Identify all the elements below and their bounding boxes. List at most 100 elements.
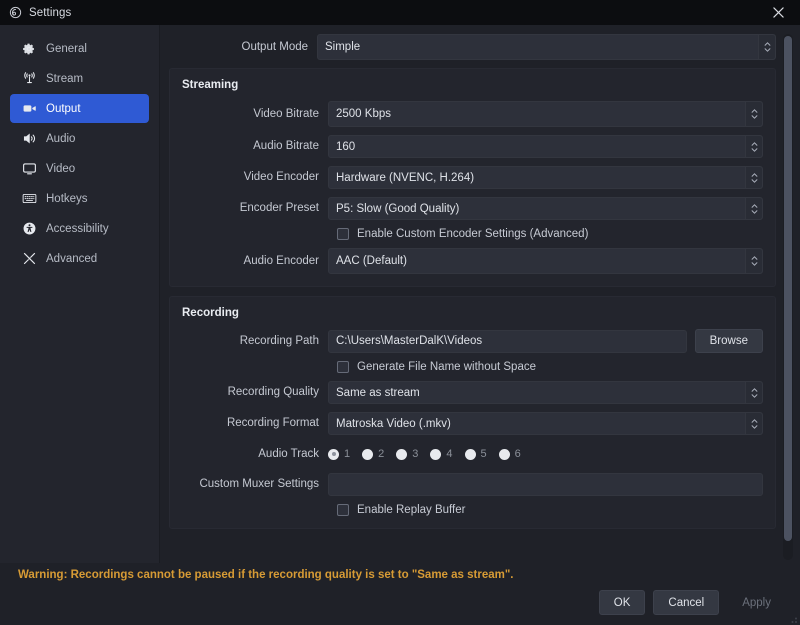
- video-encoder-select[interactable]: Hardware (NVENC, H.264): [328, 166, 763, 189]
- recording-quality-label: Recording Quality: [227, 386, 319, 399]
- tools-icon: [21, 251, 37, 267]
- close-icon[interactable]: [756, 0, 800, 25]
- video-bitrate-value: 2500 Kbps: [336, 108, 391, 120]
- streaming-group-title: Streaming: [182, 79, 239, 91]
- sidebar-item-label: Output: [46, 102, 81, 115]
- sidebar-item-label: Audio: [46, 132, 76, 145]
- recording-quality-spinner[interactable]: [745, 382, 762, 403]
- sidebar-item-hotkeys[interactable]: Hotkeys: [10, 184, 149, 213]
- browse-button[interactable]: Browse: [694, 329, 763, 353]
- generate-file-name-without-space-label: Generate File Name without Space: [357, 361, 536, 373]
- custom-encoder-settings-checkbox[interactable]: [337, 228, 349, 240]
- radio-icon[interactable]: [430, 448, 442, 460]
- audio-bitrate-spinner[interactable]: [745, 136, 762, 157]
- sidebar-item-general[interactable]: General: [10, 34, 149, 63]
- audio-track-option-3[interactable]: 3: [396, 448, 418, 460]
- radio-icon[interactable]: [498, 448, 510, 460]
- encoder-preset-select[interactable]: P5: Slow (Good Quality): [328, 197, 763, 220]
- gear-icon: [21, 41, 37, 57]
- audio-bitrate-select[interactable]: 160: [328, 135, 763, 158]
- sidebar-item-audio[interactable]: Audio: [10, 124, 149, 153]
- settings-sidebar: General Stream Output Audio Video Hotkey…: [0, 25, 160, 563]
- sidebar-item-label: Stream: [46, 72, 84, 85]
- audio-track-row: Audio Track 1 2 3 4 5 6: [182, 443, 763, 465]
- audio-encoder-row: Audio Encoder AAC (Default): [182, 248, 763, 274]
- warning-message: Warning: Recordings cannot be paused if …: [18, 569, 514, 581]
- enable-replay-buffer-row[interactable]: Enable Replay Buffer: [182, 504, 763, 516]
- sidebar-item-label: Video: [46, 162, 76, 175]
- recording-quality-select[interactable]: Same as stream: [328, 381, 763, 404]
- encoder-preset-spinner[interactable]: [745, 198, 762, 219]
- audio-track-option-6[interactable]: 6: [498, 448, 521, 460]
- output-mode-select[interactable]: Simple: [317, 34, 776, 60]
- recording-format-select[interactable]: Matroska Video (.mkv): [328, 412, 763, 435]
- apply-button[interactable]: Apply: [727, 590, 786, 615]
- audio-encoder-value: AAC (Default): [336, 255, 407, 267]
- radio-icon[interactable]: [362, 448, 374, 460]
- output-mode-spinner[interactable]: [758, 35, 775, 59]
- sidebar-item-label: General: [46, 42, 87, 55]
- encoder-preset-value: P5: Slow (Good Quality): [336, 202, 460, 215]
- output-mode-value: Simple: [325, 41, 361, 53]
- video-bitrate-spinner[interactable]: [745, 102, 762, 126]
- sidebar-item-output[interactable]: Output: [10, 94, 149, 123]
- recording-format-label: Recording Format: [226, 417, 319, 430]
- ok-button[interactable]: OK: [598, 590, 646, 615]
- resize-grip-icon[interactable]: [786, 611, 798, 623]
- video-encoder-spinner[interactable]: [745, 167, 762, 188]
- video-encoder-row: Video Encoder Hardware (NVENC, H.264): [182, 166, 763, 189]
- custom-muxer-settings-row: Custom Muxer Settings: [182, 473, 763, 496]
- sidebar-item-label: Advanced: [46, 252, 98, 265]
- settings-window: Settings General Stream Output Audio Vid…: [0, 0, 800, 625]
- audio-bitrate-label: Audio Bitrate: [253, 140, 319, 153]
- audio-encoder-spinner[interactable]: [745, 249, 762, 273]
- audio-encoder-select[interactable]: AAC (Default): [328, 248, 763, 274]
- enable-replay-buffer-checkbox[interactable]: [337, 504, 349, 516]
- title-bar: Settings: [0, 0, 800, 25]
- enable-replay-buffer-label: Enable Replay Buffer: [357, 504, 466, 516]
- sidebar-item-video[interactable]: Video: [10, 154, 149, 183]
- radio-icon[interactable]: [328, 448, 339, 460]
- content-scrollbar[interactable]: [783, 34, 793, 560]
- audio-bitrate-row: Audio Bitrate 160: [182, 135, 763, 158]
- video-bitrate-row: Video Bitrate 2500 Kbps: [182, 101, 763, 127]
- audio-track-option-4[interactable]: 4: [430, 448, 453, 460]
- recording-format-spinner[interactable]: [745, 413, 762, 434]
- radio-icon[interactable]: [396, 448, 408, 460]
- recording-format-row: Recording Format Matroska Video (.mkv): [182, 412, 763, 435]
- custom-encoder-settings-label: Enable Custom Encoder Settings (Advanced…: [357, 228, 589, 240]
- sidebar-item-advanced[interactable]: Advanced: [10, 244, 149, 273]
- radio-icon[interactable]: [464, 448, 476, 460]
- audio-track-option-1[interactable]: 1: [328, 448, 350, 460]
- output-mode-row: Output Mode Simple: [169, 34, 776, 60]
- monitor-icon: [21, 161, 37, 177]
- output-mode-label: Output Mode: [241, 40, 308, 53]
- video-encoder-label: Video Encoder: [243, 171, 319, 184]
- recording-path-row: Recording Path C:\Users\MasterDalK\Video…: [182, 329, 763, 353]
- audio-track-radio-group: 1 2 3 4 5 6: [328, 448, 533, 460]
- generate-file-name-without-space-checkbox[interactable]: [337, 361, 349, 373]
- broadcast-icon: [21, 71, 37, 87]
- sidebar-item-label: Hotkeys: [46, 192, 88, 205]
- recording-group: Recording Recording Path C:\Users\Master…: [169, 296, 776, 529]
- audio-track-option-5[interactable]: 5: [464, 448, 487, 460]
- custom-muxer-settings-input[interactable]: [328, 473, 763, 496]
- dialog-footer: Warning: Recordings cannot be paused if …: [0, 563, 800, 625]
- video-camera-icon: [21, 101, 37, 117]
- cancel-button[interactable]: Cancel: [653, 590, 720, 615]
- audio-track-option-2[interactable]: 2: [362, 448, 384, 460]
- recording-format-value: Matroska Video (.mkv): [336, 417, 451, 430]
- recording-path-input[interactable]: C:\Users\MasterDalK\Videos: [328, 329, 687, 353]
- encoder-preset-label: Encoder Preset: [239, 202, 319, 215]
- settings-content: Output Mode Simple Streaming Video Bitra…: [160, 25, 800, 563]
- window-title: Settings: [29, 6, 72, 19]
- custom-encoder-settings-row[interactable]: Enable Custom Encoder Settings (Advanced…: [182, 228, 763, 240]
- sidebar-item-stream[interactable]: Stream: [10, 64, 149, 93]
- generate-file-name-without-space-row[interactable]: Generate File Name without Space: [182, 361, 763, 373]
- video-bitrate-spinbox[interactable]: 2500 Kbps: [328, 101, 763, 127]
- keyboard-icon: [21, 191, 37, 207]
- scrollbar-thumb[interactable]: [784, 36, 792, 541]
- recording-quality-row: Recording Quality Same as stream: [182, 381, 763, 404]
- sidebar-item-accessibility[interactable]: Accessibility: [10, 214, 149, 243]
- audio-bitrate-value: 160: [336, 140, 356, 153]
